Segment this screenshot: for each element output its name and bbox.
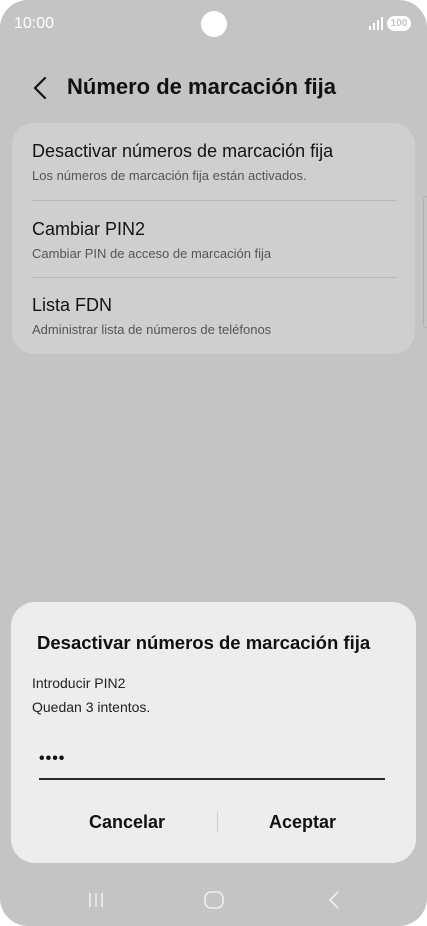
status-time: 10:00 [14, 15, 55, 32]
status-bar: 10:00 100 [0, 0, 427, 48]
setting-subtitle: Cambiar PIN de acceso de marcación fija [32, 246, 272, 261]
recents-button[interactable] [82, 888, 110, 912]
pin-input[interactable] [39, 740, 385, 780]
setting-subtitle: Los números de marcación fija están acti… [32, 168, 307, 183]
pin-dialog: Desactivar números de marcación fija Int… [11, 602, 416, 863]
button-divider [217, 812, 218, 832]
back-button[interactable] [26, 74, 54, 102]
front-camera [201, 11, 227, 37]
setting-title: Desactivar números de marcación fija [32, 141, 334, 161]
accept-button[interactable]: Aceptar [269, 807, 336, 837]
setting-fdn-list[interactable]: Lista FDN Administrar lista de números d… [32, 295, 395, 337]
attempts-remaining: Quedan 3 intentos. [32, 699, 151, 715]
setting-title: Cambiar PIN2 [32, 219, 146, 239]
recents-icon [89, 893, 103, 907]
nav-back-button[interactable] [320, 888, 348, 912]
phone-screen: 10:00 100 Número de marcación fija Desac… [0, 0, 427, 926]
chevron-left-icon [33, 77, 47, 99]
battery-level: 100 [390, 18, 408, 29]
dialog-title: Desactivar números de marcación fija [37, 632, 371, 653]
battery-icon: 100 [387, 16, 411, 31]
scroll-handle[interactable] [423, 196, 427, 328]
setting-title: Lista FDN [32, 295, 113, 315]
settings-list: Desactivar números de marcación fija Los… [12, 123, 415, 354]
navigation-bar [0, 876, 427, 926]
divider [32, 200, 397, 201]
setting-subtitle: Administrar lista de números de teléfono… [32, 322, 272, 337]
home-button[interactable] [200, 888, 228, 912]
page-title: Número de marcación fija [67, 74, 336, 99]
back-icon [329, 891, 339, 909]
setting-change-pin2[interactable]: Cambiar PIN2 Cambiar PIN de acceso de ma… [32, 219, 395, 261]
divider [32, 277, 397, 278]
cancel-button[interactable]: Cancelar [89, 807, 165, 837]
setting-disable-fdn[interactable]: Desactivar números de marcación fija Los… [32, 141, 395, 183]
home-icon [204, 891, 224, 909]
header: Número de marcación fija [0, 70, 427, 106]
pin-prompt: Introducir PIN2 [32, 675, 126, 691]
signal-icon [369, 16, 383, 30]
